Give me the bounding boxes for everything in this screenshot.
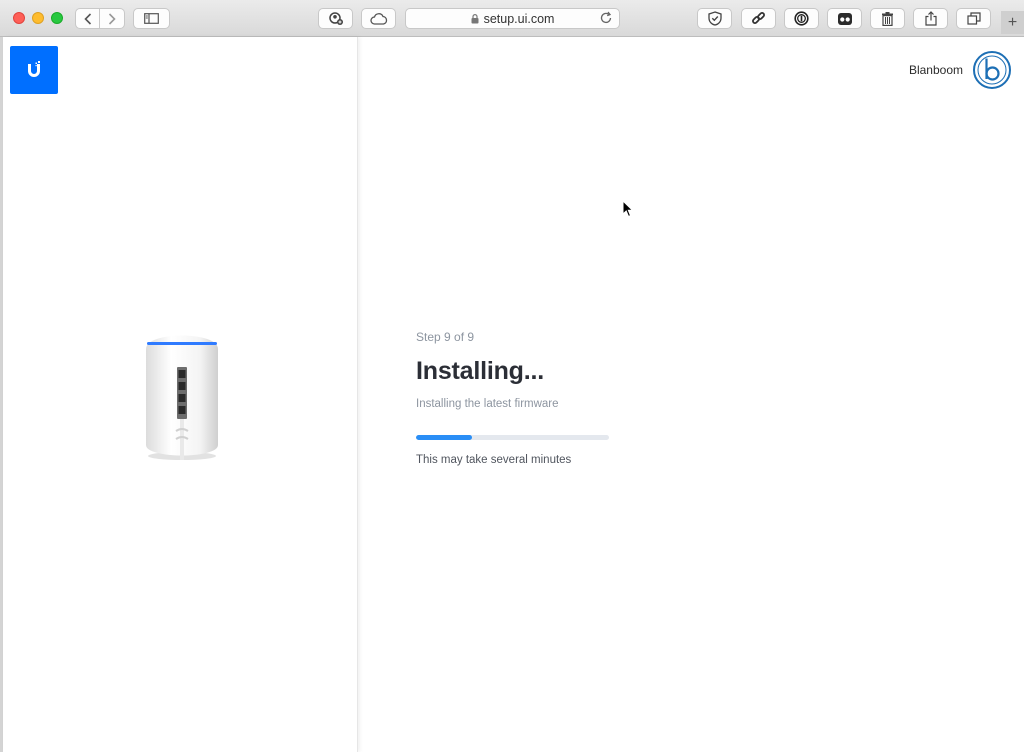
icloud-tabs-button[interactable]: [361, 8, 396, 29]
close-window-button[interactable]: [13, 12, 25, 24]
minimize-window-button[interactable]: [32, 12, 44, 24]
lock-icon: [471, 13, 479, 23]
password-manager-button[interactable]: [784, 8, 819, 29]
forward-button[interactable]: [100, 8, 125, 29]
page-title: Installing...: [416, 357, 544, 385]
new-tab-button[interactable]: +: [1001, 11, 1024, 34]
shield-icon: [707, 11, 722, 26]
user-menu[interactable]: Blanboom: [909, 51, 1011, 89]
setup-page: Blanboom Step 9 of 9 Installing... Insta…: [0, 37, 1024, 752]
trash-extension-button[interactable]: [870, 8, 905, 29]
browser-toolbar: setup.ui.com +: [0, 0, 1024, 37]
share-button[interactable]: [913, 8, 948, 29]
back-button[interactable]: [75, 8, 100, 29]
avatar-letter-icon: [977, 55, 1007, 85]
progress-bar: [416, 435, 609, 440]
history-nav: [75, 8, 125, 29]
extensions-icon: [837, 12, 852, 25]
link-extension-button[interactable]: [741, 8, 776, 29]
page-subtitle: Installing the latest firmware: [416, 398, 559, 410]
share-icon: [924, 11, 937, 26]
privacy-report-button[interactable]: [318, 8, 353, 29]
privacy-icon: [328, 11, 343, 25]
progress-note: This may take several minutes: [416, 454, 572, 466]
tab-overview-button[interactable]: [956, 8, 991, 29]
address-url: setup.ui.com: [483, 11, 555, 26]
user-name: Blanboom: [908, 63, 963, 77]
password-icon: [794, 11, 809, 26]
trash-icon: [882, 11, 893, 26]
back-icon: [83, 12, 91, 25]
forward-icon: [108, 12, 116, 25]
sidebar-button[interactable]: [133, 8, 170, 29]
mouse-cursor-icon: [622, 200, 634, 218]
icloud-icon: [369, 12, 387, 25]
address-bar[interactable]: setup.ui.com: [405, 8, 620, 29]
install-status: Step 9 of 9 Installing... Installing the…: [416, 330, 676, 466]
sidebar-icon: [144, 13, 159, 24]
cloud-key-device-image: [146, 335, 218, 460]
link-icon: [752, 12, 765, 24]
reload-icon[interactable]: [599, 11, 613, 25]
extension-button[interactable]: [827, 8, 862, 29]
privacy-extension-button[interactable]: [697, 8, 732, 29]
device-pane: [3, 37, 358, 752]
progress-bar-fill: [416, 435, 472, 440]
ui-logo-icon: [28, 61, 40, 77]
avatar[interactable]: [973, 51, 1011, 89]
step-indicator: Step 9 of 9: [416, 330, 475, 344]
ubiquiti-logo[interactable]: [10, 46, 58, 94]
tabs-icon: [966, 12, 981, 25]
zoom-window-button[interactable]: [51, 12, 63, 24]
